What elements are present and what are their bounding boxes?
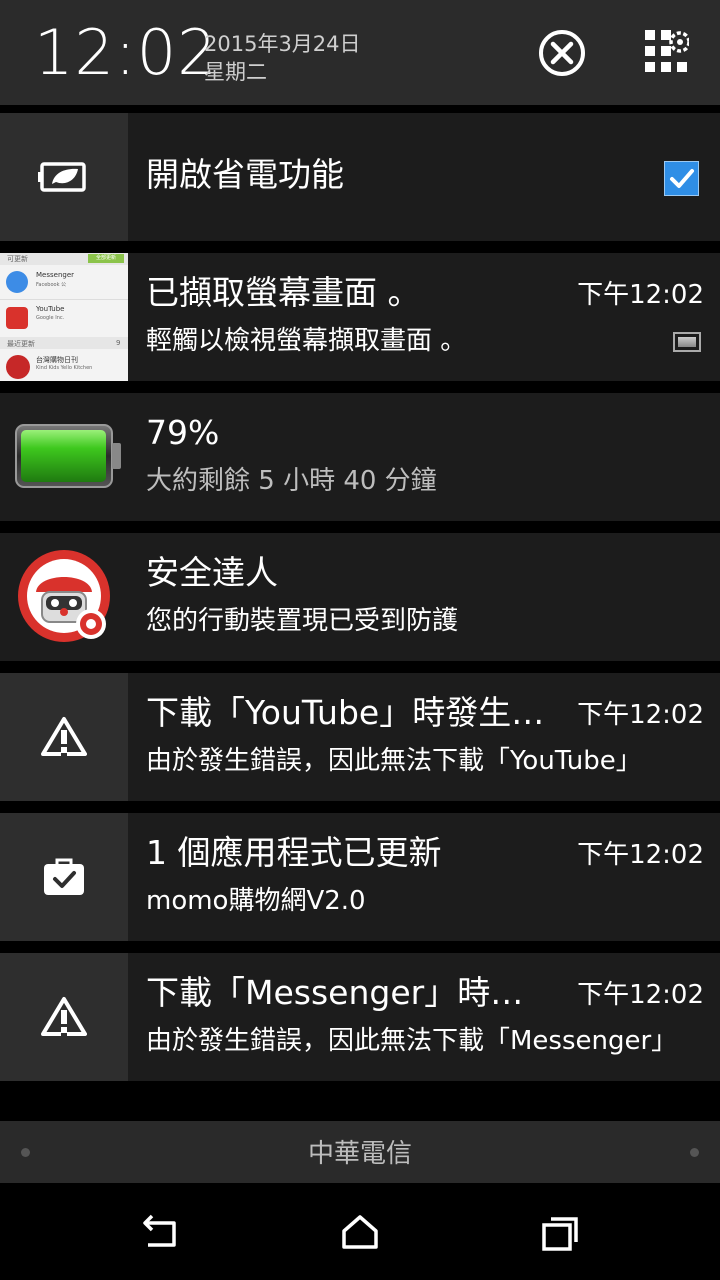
power-saver-icon <box>38 162 86 192</box>
page-dot-right <box>690 1148 699 1157</box>
close-circle-icon <box>539 30 585 76</box>
clear-all-button[interactable] <box>537 28 587 78</box>
notification-subtitle: momo購物網V2.0 <box>146 886 366 916</box>
notification-title: 已擷取螢幕畫面 。 <box>146 273 421 312</box>
warning-icon <box>41 997 87 1038</box>
thumb-messenger-logo <box>6 271 28 293</box>
thumb-app1-sub: Facebook 公 <box>36 282 67 288</box>
notification-time: 下午12:02 <box>577 280 704 310</box>
notification-subtitle: 由於發生錯誤，因此無法下載「Messenger」 <box>146 1026 678 1056</box>
picture-icon <box>673 332 701 352</box>
warning-icon-box <box>0 953 128 1081</box>
thumb-app3-logo <box>6 355 30 379</box>
quick-settings-button[interactable] <box>643 28 693 78</box>
back-button[interactable] <box>138 1211 182 1255</box>
weekday-text: 星期二 <box>204 60 267 84</box>
thumb-section2: 最近更新 <box>7 340 35 348</box>
thumb-app3-sub: Kind Kids Yello Kitchen <box>36 365 93 371</box>
clock: 12:02 <box>34 16 218 89</box>
notification-power-saver[interactable]: 開啟省電功能 <box>0 113 720 241</box>
battery-level-fill <box>21 430 106 482</box>
warning-icon-box <box>0 673 128 801</box>
power-saver-icon-box <box>0 113 128 241</box>
date-text: 2015年3月24日 <box>204 32 361 56</box>
screenshot-thumbnail: 可更新 全部更新 Messenger Facebook 公 YouTube Go… <box>0 253 128 381</box>
home-button[interactable] <box>338 1211 382 1255</box>
home-icon <box>342 1215 378 1249</box>
thumb-app2-sub: Google Inc. <box>36 315 65 321</box>
battery-percent: 79% <box>146 413 220 452</box>
date-block: 2015年3月24日 星期二 <box>204 30 361 86</box>
power-saver-checkbox[interactable] <box>664 161 699 196</box>
notification-screenshot[interactable]: 可更新 全部更新 Messenger Facebook 公 YouTube Go… <box>0 253 720 381</box>
notification-time: 下午12:02 <box>577 980 704 1010</box>
notification-title: 下載「Messenger」時發生錯誤 <box>146 973 546 1012</box>
navigation-bar <box>0 1183 720 1280</box>
briefcase-icon-box <box>0 813 128 941</box>
notification-security[interactable]: 安全達人 您的行動裝置現已受到防護 <box>0 533 720 661</box>
carrier-label: 中華電信 <box>307 1139 412 1169</box>
notification-subtitle: 您的行動裝置現已受到防護 <box>146 606 459 636</box>
thumb-youtube-logo <box>6 307 28 329</box>
notification-title: 安全達人 <box>146 553 278 592</box>
thumb-update-button: 全部更新 <box>88 254 124 263</box>
quick-settings-icon <box>645 30 691 72</box>
battery-remaining: 大約剩餘 5 小時 40 分鐘 <box>146 466 437 496</box>
notification-messenger-error[interactable]: 下載「Messenger」時發生錯誤 由於發生錯誤，因此無法下載「Messeng… <box>0 953 720 1081</box>
status-header: 12:02 2015年3月24日 星期二 <box>0 0 720 105</box>
carrier-bar: 中華電信 <box>0 1121 720 1183</box>
notification-youtube-error[interactable]: 下載「YouTube」時發生錯誤 由於發生錯誤，因此無法下載「YouTube」 … <box>0 673 720 801</box>
notification-subtitle: 由於發生錯誤，因此無法下載「YouTube」 <box>146 746 642 776</box>
thumb-app3: 台灣購物日刊 <box>36 356 78 364</box>
warning-icon <box>41 717 87 758</box>
notification-app-updated[interactable]: 1 個應用程式已更新 momo購物網V2.0 下午12:02 <box>0 813 720 941</box>
notification-battery: 79% 大約剩餘 5 小時 40 分鐘 <box>0 393 720 521</box>
back-icon <box>143 1214 176 1247</box>
notification-time: 下午12:02 <box>577 700 704 730</box>
thumb-app2: YouTube <box>36 305 65 313</box>
notification-title: 開啟省電功能 <box>146 155 344 194</box>
notification-title: 下載「YouTube」時發生錯誤 <box>146 693 546 732</box>
briefcase-check-icon <box>44 858 84 895</box>
security-robot-icon <box>16 548 114 650</box>
notification-subtitle: 輕觸以檢視螢幕擷取畫面 。 <box>146 326 467 356</box>
battery-icon <box>14 423 124 493</box>
notification-title: 1 個應用程式已更新 <box>146 833 442 872</box>
recents-icon <box>542 1217 578 1251</box>
checkmark-icon <box>670 169 694 188</box>
recents-button[interactable] <box>538 1211 582 1255</box>
thumb-count: 9 <box>116 339 121 347</box>
notification-time: 下午12:02 <box>577 840 704 870</box>
thumb-section1: 可更新 <box>7 255 28 263</box>
thumb-app1: Messenger <box>36 271 75 279</box>
